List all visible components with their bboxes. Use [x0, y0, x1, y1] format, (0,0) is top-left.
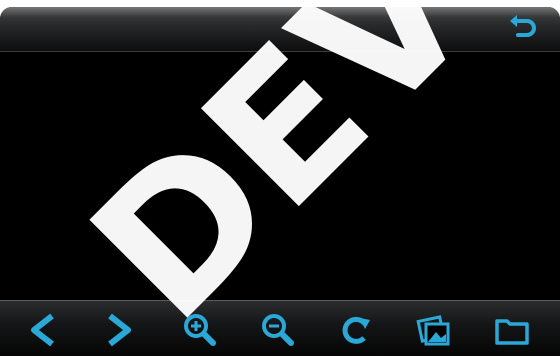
top-bar	[0, 7, 560, 52]
photo-viewer-screen: DEV	[0, 0, 560, 356]
back-button[interactable]	[506, 11, 542, 47]
bottom-toolbar	[0, 300, 560, 356]
picture-frame-icon	[416, 315, 450, 346]
top-bar-gloss	[0, 7, 560, 17]
zoom-out-button[interactable]	[258, 310, 298, 350]
previous-button[interactable]	[22, 310, 62, 350]
folder-icon	[495, 319, 529, 345]
rotate-button[interactable]	[336, 310, 376, 350]
chevron-right-icon	[108, 313, 131, 347]
image-display-area[interactable]	[0, 52, 560, 302]
rotate-icon	[342, 316, 370, 344]
chevron-left-icon	[31, 313, 54, 347]
viewer-frame	[0, 7, 560, 356]
back-arrow-icon	[510, 15, 536, 37]
zoom-in-button[interactable]	[180, 310, 220, 350]
next-button[interactable]	[100, 310, 140, 350]
folder-button[interactable]	[492, 310, 532, 350]
set-wallpaper-button[interactable]	[414, 310, 454, 350]
zoom-out-icon	[262, 314, 294, 346]
zoom-in-icon	[184, 314, 216, 346]
